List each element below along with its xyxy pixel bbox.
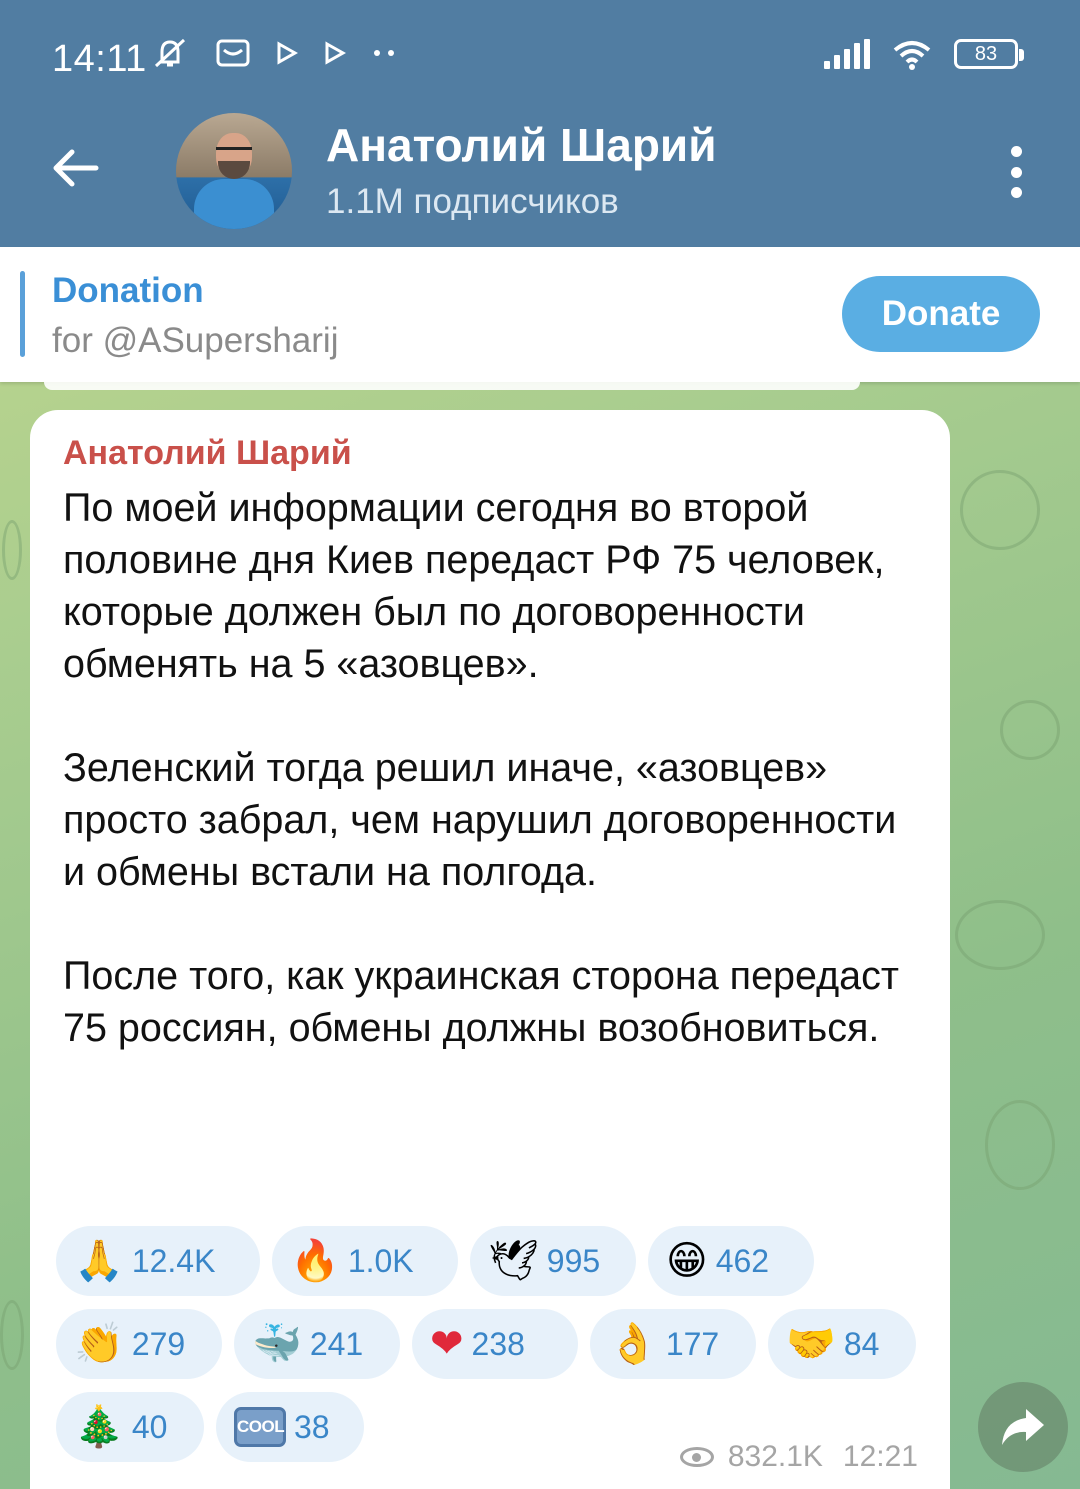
message-text: По моей информации сегодня во второй пол… (63, 482, 923, 1106)
reaction-count: 995 (546, 1242, 601, 1279)
wallpaper-doodle (985, 1100, 1055, 1190)
reaction-row: 🙏 12.4K 🔥 1.0K 🕊 995 😁 462 (56, 1226, 826, 1296)
status-time: 14:11 (52, 38, 147, 80)
mail-icon (216, 38, 250, 68)
reaction-whale[interactable]: 🐳 241 (234, 1309, 400, 1379)
cool-badge-icon: COOL (234, 1407, 286, 1447)
reaction-heart[interactable]: ❤ 238 (412, 1309, 578, 1379)
donate-button[interactable]: Donate (842, 276, 1040, 352)
pinned-indicator (20, 271, 25, 357)
play-icon (276, 41, 299, 65)
reaction-count: 238 (471, 1325, 525, 1362)
reaction-count: 12.4K (131, 1242, 216, 1279)
message-paragraph: По моей информации сегодня во второй пол… (63, 486, 885, 686)
message-meta: 832.1K 12:21 (679, 1440, 918, 1474)
view-count: 832.1K (727, 1440, 823, 1473)
more-options-button[interactable] (1004, 146, 1028, 198)
reaction-christmas-tree[interactable]: 🎄 40 (56, 1392, 204, 1462)
donation-subtitle: for @ASupersharij (52, 321, 339, 360)
reaction-count: 279 (131, 1325, 186, 1362)
wallpaper-doodle (0, 1300, 24, 1370)
reaction-fire[interactable]: 🔥 1.0K (272, 1226, 458, 1296)
handshake-icon: 🤝 (786, 1321, 836, 1367)
muted-notification-icon (150, 36, 190, 70)
wallpaper-doodle (1000, 700, 1060, 760)
heart-icon: ❤ (430, 1321, 464, 1367)
wifi-icon (892, 38, 932, 70)
fire-icon: 🔥 (290, 1238, 340, 1284)
eye-icon (679, 1447, 714, 1467)
reaction-count: 84 (843, 1325, 880, 1362)
reaction-clapping-hands[interactable]: 👏 279 (56, 1309, 222, 1379)
reaction-cool[interactable]: COOL 38 (216, 1392, 364, 1462)
back-arrow-icon (53, 149, 99, 187)
reaction-count: 1.0K (347, 1242, 414, 1279)
previous-message-edge (44, 382, 860, 390)
wallpaper-doodle (2, 520, 22, 580)
message-paragraph: После того, как украинская сторона перед… (63, 954, 899, 1050)
wallpaper-doodle (960, 470, 1040, 550)
message-paragraph: Зеленский тогда решил иначе, «азовцев» п… (63, 746, 897, 894)
message-time: 12:21 (842, 1440, 918, 1473)
grinning-face-icon: 😁 (666, 1238, 708, 1284)
more-dots-icon (372, 48, 396, 58)
reaction-folded-hands[interactable]: 🙏 12.4K (56, 1226, 260, 1296)
reaction-count: 241 (309, 1325, 364, 1362)
reaction-count: 177 (665, 1325, 720, 1362)
battery-icon: 83 (954, 39, 1024, 69)
dove-icon: 🕊 (488, 1238, 539, 1284)
message-author[interactable]: Анатолий Шарий (63, 434, 352, 473)
subscriber-count: 1.1M подписчиков (326, 182, 619, 221)
reaction-ok-hand[interactable]: 👌 177 (590, 1309, 756, 1379)
reaction-row: 👏 279 🐳 241 ❤ 238 👌 177 🤝 84 (56, 1309, 916, 1379)
share-button[interactable] (978, 1382, 1068, 1472)
back-button[interactable] (46, 138, 106, 198)
status-icons (150, 36, 396, 70)
wallpaper-doodle (955, 900, 1045, 970)
whale-icon: 🐳 (252, 1321, 302, 1367)
pinned-donation-banner[interactable]: Donation for @ASupersharij Donate (0, 247, 1080, 382)
reaction-count: 462 (715, 1242, 770, 1279)
reaction-handshake[interactable]: 🤝 84 (768, 1309, 916, 1379)
folded-hands-icon: 🙏 (74, 1238, 124, 1284)
clapping-hands-icon: 👏 (74, 1321, 124, 1367)
christmas-tree-icon: 🎄 (74, 1404, 124, 1450)
donation-title: Donation (52, 271, 204, 310)
ok-hand-icon: 👌 (608, 1321, 658, 1367)
reaction-dove[interactable]: 🕊 995 (470, 1226, 636, 1296)
app-bar: 14:11 83 Анатолий Шарий 1.1M подписчиков (0, 0, 1080, 247)
reaction-row: 🎄 40 COOL 38 (56, 1392, 376, 1462)
status-right: 83 (824, 38, 1024, 70)
share-arrow-icon (1002, 1409, 1044, 1445)
signal-icon (824, 39, 870, 69)
channel-avatar[interactable] (176, 113, 292, 229)
reaction-count: 40 (131, 1408, 168, 1445)
channel-title[interactable]: Анатолий Шарий (326, 118, 716, 172)
play-icon (324, 41, 347, 65)
reaction-count: 38 (294, 1408, 330, 1445)
message-bubble[interactable]: Анатолий Шарий По моей информации сегодн… (30, 410, 950, 1489)
reaction-grinning-face[interactable]: 😁 462 (648, 1226, 814, 1296)
